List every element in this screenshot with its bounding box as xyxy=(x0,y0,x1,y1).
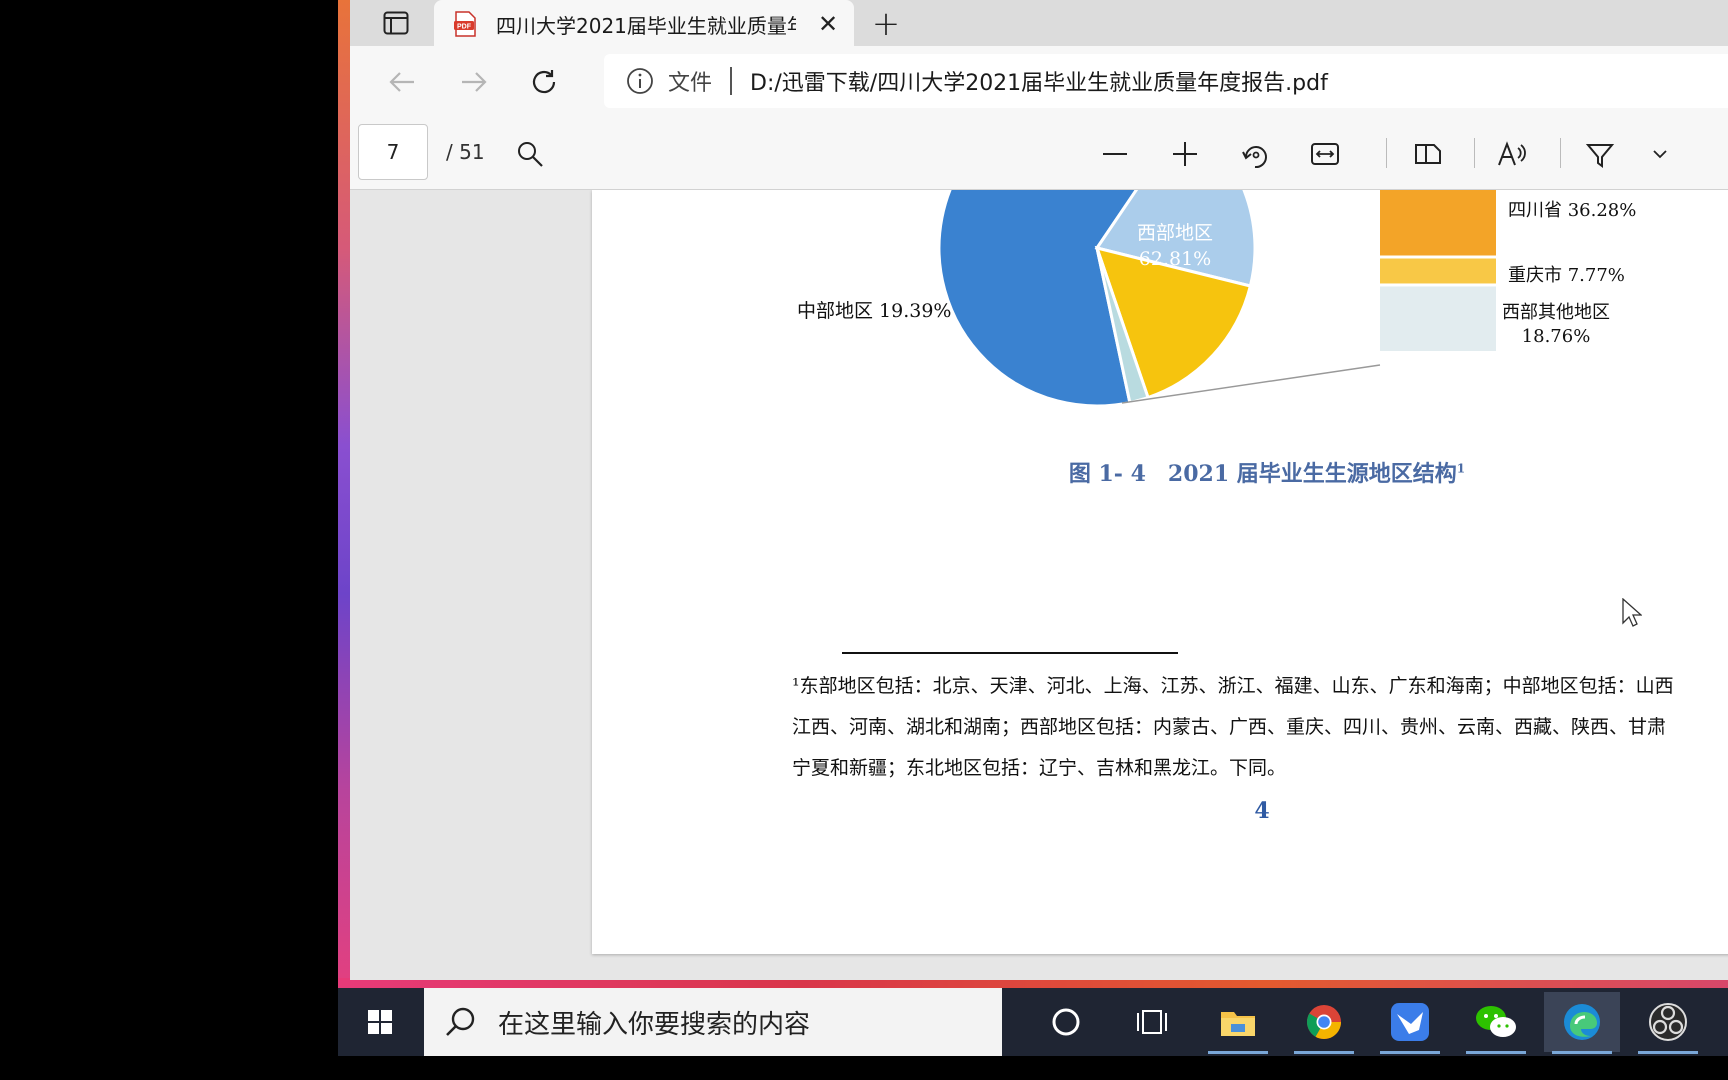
toolbar-separator xyxy=(1474,138,1475,168)
bar-segment-1 xyxy=(1380,258,1496,284)
west-other-name: 西部其他地区 xyxy=(1502,302,1610,323)
search-placeholder: 在这里输入你要搜索的内容 xyxy=(498,1009,811,1040)
navigation-bar: 文件 D:/迅雷下载/四川大学2021届毕业生就业质量年度报告.pdf xyxy=(350,46,1728,116)
chrome-icon[interactable] xyxy=(1286,992,1362,1054)
back-icon[interactable] xyxy=(382,62,422,102)
sichuan-label: 四川省 36.28% xyxy=(1508,200,1637,221)
feishu-icon[interactable] xyxy=(1372,992,1448,1054)
desktop-screen: PDF 四川大学2021届毕业生就业质量年度报告.pdf ✕ + 文件 D:/迅… xyxy=(0,0,1728,1080)
edge-browser-window: PDF 四川大学2021届毕业生就业质量年度报告.pdf ✕ + 文件 D:/迅… xyxy=(350,0,1728,980)
pdf-viewer[interactable]: 西部地区 62.81% 中部地区 19.39% 四川省 36.28% 重庆市 7… xyxy=(350,190,1728,980)
file-explorer-icon[interactable] xyxy=(1200,992,1276,1054)
fit-width-icon[interactable] xyxy=(1305,134,1345,174)
start-button[interactable] xyxy=(338,988,422,1056)
mouse-cursor-icon xyxy=(1622,598,1642,627)
url-text[interactable]: D:/迅雷下载/四川大学2021届毕业生就业质量年度报告.pdf xyxy=(750,65,1328,97)
address-separator xyxy=(730,67,733,95)
pdf-file-icon: PDF xyxy=(454,11,476,37)
wechat-icon[interactable] xyxy=(1458,992,1534,1054)
edge-icon[interactable] xyxy=(1544,992,1620,1054)
page-view-icon[interactable] xyxy=(1408,134,1448,174)
footnote-marker: 1 xyxy=(1456,461,1466,476)
windows-logo-icon xyxy=(368,1010,392,1034)
forward-icon[interactable] xyxy=(454,62,494,102)
toolbar-separator xyxy=(1386,138,1387,168)
west-region-name: 西部地区 xyxy=(1136,222,1213,244)
address-bar[interactable]: 文件 D:/迅雷下载/四川大学2021届毕业生就业质量年度报告.pdf xyxy=(604,54,1728,108)
pdf-page: 西部地区 62.81% 中部地区 19.39% 四川省 36.28% 重庆市 7… xyxy=(592,190,1728,954)
footnote-line: 宁夏和新疆；东北地区包括：辽宁、吉林和黑龙江。下同。 xyxy=(792,757,1287,779)
footnote-rule xyxy=(842,652,1178,654)
west-other-label: 西部其他地区 18.76% xyxy=(1502,301,1610,349)
cortana-icon[interactable] xyxy=(1028,992,1104,1052)
windows-taskbar: 在这里输入你要搜索的内容 xyxy=(338,988,1728,1056)
search-icon xyxy=(446,1007,475,1036)
refresh-icon[interactable] xyxy=(524,62,564,102)
zoom-in-icon[interactable] xyxy=(1165,134,1205,174)
toolbar-separator xyxy=(1560,138,1561,168)
page-number: 4 xyxy=(1254,798,1270,824)
bar-segment-0 xyxy=(1380,190,1496,256)
taskbar-search-box[interactable]: 在这里输入你要搜索的内容 xyxy=(424,988,1002,1056)
bar-segment-2 xyxy=(1380,286,1496,351)
figure-caption: 图 1- 4 2021 届毕业生生源地区结构1 xyxy=(592,456,1728,488)
chevron-down-icon[interactable] xyxy=(1640,134,1680,174)
close-tab-icon[interactable]: ✕ xyxy=(814,10,842,38)
footnote-line: 江西、河南、湖北和湖南；西部地区包括：内蒙古、广西、重庆、四川、贵州、云南、西藏… xyxy=(792,716,1667,738)
west-other-value: 18.76% xyxy=(1521,326,1591,347)
page-total: / 51 xyxy=(446,140,485,164)
footnote-line: ¹东部地区包括：北京、天津、河北、上海、江苏、浙江、福建、山东、广东和海南；中部… xyxy=(792,675,1674,697)
read-aloud-icon[interactable] xyxy=(1492,134,1532,174)
chongqing-label: 重庆市 7.77% xyxy=(1508,265,1625,286)
page-number-input[interactable]: 7 xyxy=(358,124,428,180)
search-icon[interactable] xyxy=(510,134,550,174)
file-scheme-label: 文件 xyxy=(668,71,713,96)
tab-pdf-report[interactable]: PDF 四川大学2021届毕业生就业质量年度报告.pdf ✕ xyxy=(434,0,854,48)
tab-title: 四川大学2021届毕业生就业质量年度报告.pdf xyxy=(496,13,796,38)
footnote: ¹东部地区包括：北京、天津、河北、上海、江苏、浙江、福建、山东、广东和海南；中部… xyxy=(792,666,1728,789)
svg-text:PDF: PDF xyxy=(457,24,472,31)
west-region-value: 62.81% xyxy=(1138,248,1212,270)
site-info-icon[interactable] xyxy=(626,67,654,95)
rotate-icon[interactable] xyxy=(1235,134,1275,174)
tab-strip: PDF 四川大学2021届毕业生就业质量年度报告.pdf ✕ + xyxy=(350,0,1728,48)
west-region-label: 西部地区 62.81% xyxy=(1120,220,1230,272)
pdf-toolbar: 7 / 51 xyxy=(350,116,1728,190)
task-view-icon[interactable] xyxy=(1114,992,1190,1052)
draw-icon[interactable] xyxy=(1580,134,1620,174)
figure-caption-text: 图 1- 4 2021 届毕业生生源地区结构 xyxy=(1068,461,1457,487)
tab-actions-icon[interactable] xyxy=(378,6,414,40)
zoom-out-icon[interactable] xyxy=(1095,134,1135,174)
new-tab-button[interactable]: + xyxy=(866,4,906,44)
central-region-label: 中部地区 19.39% xyxy=(797,300,952,322)
obs-icon[interactable] xyxy=(1630,992,1706,1054)
